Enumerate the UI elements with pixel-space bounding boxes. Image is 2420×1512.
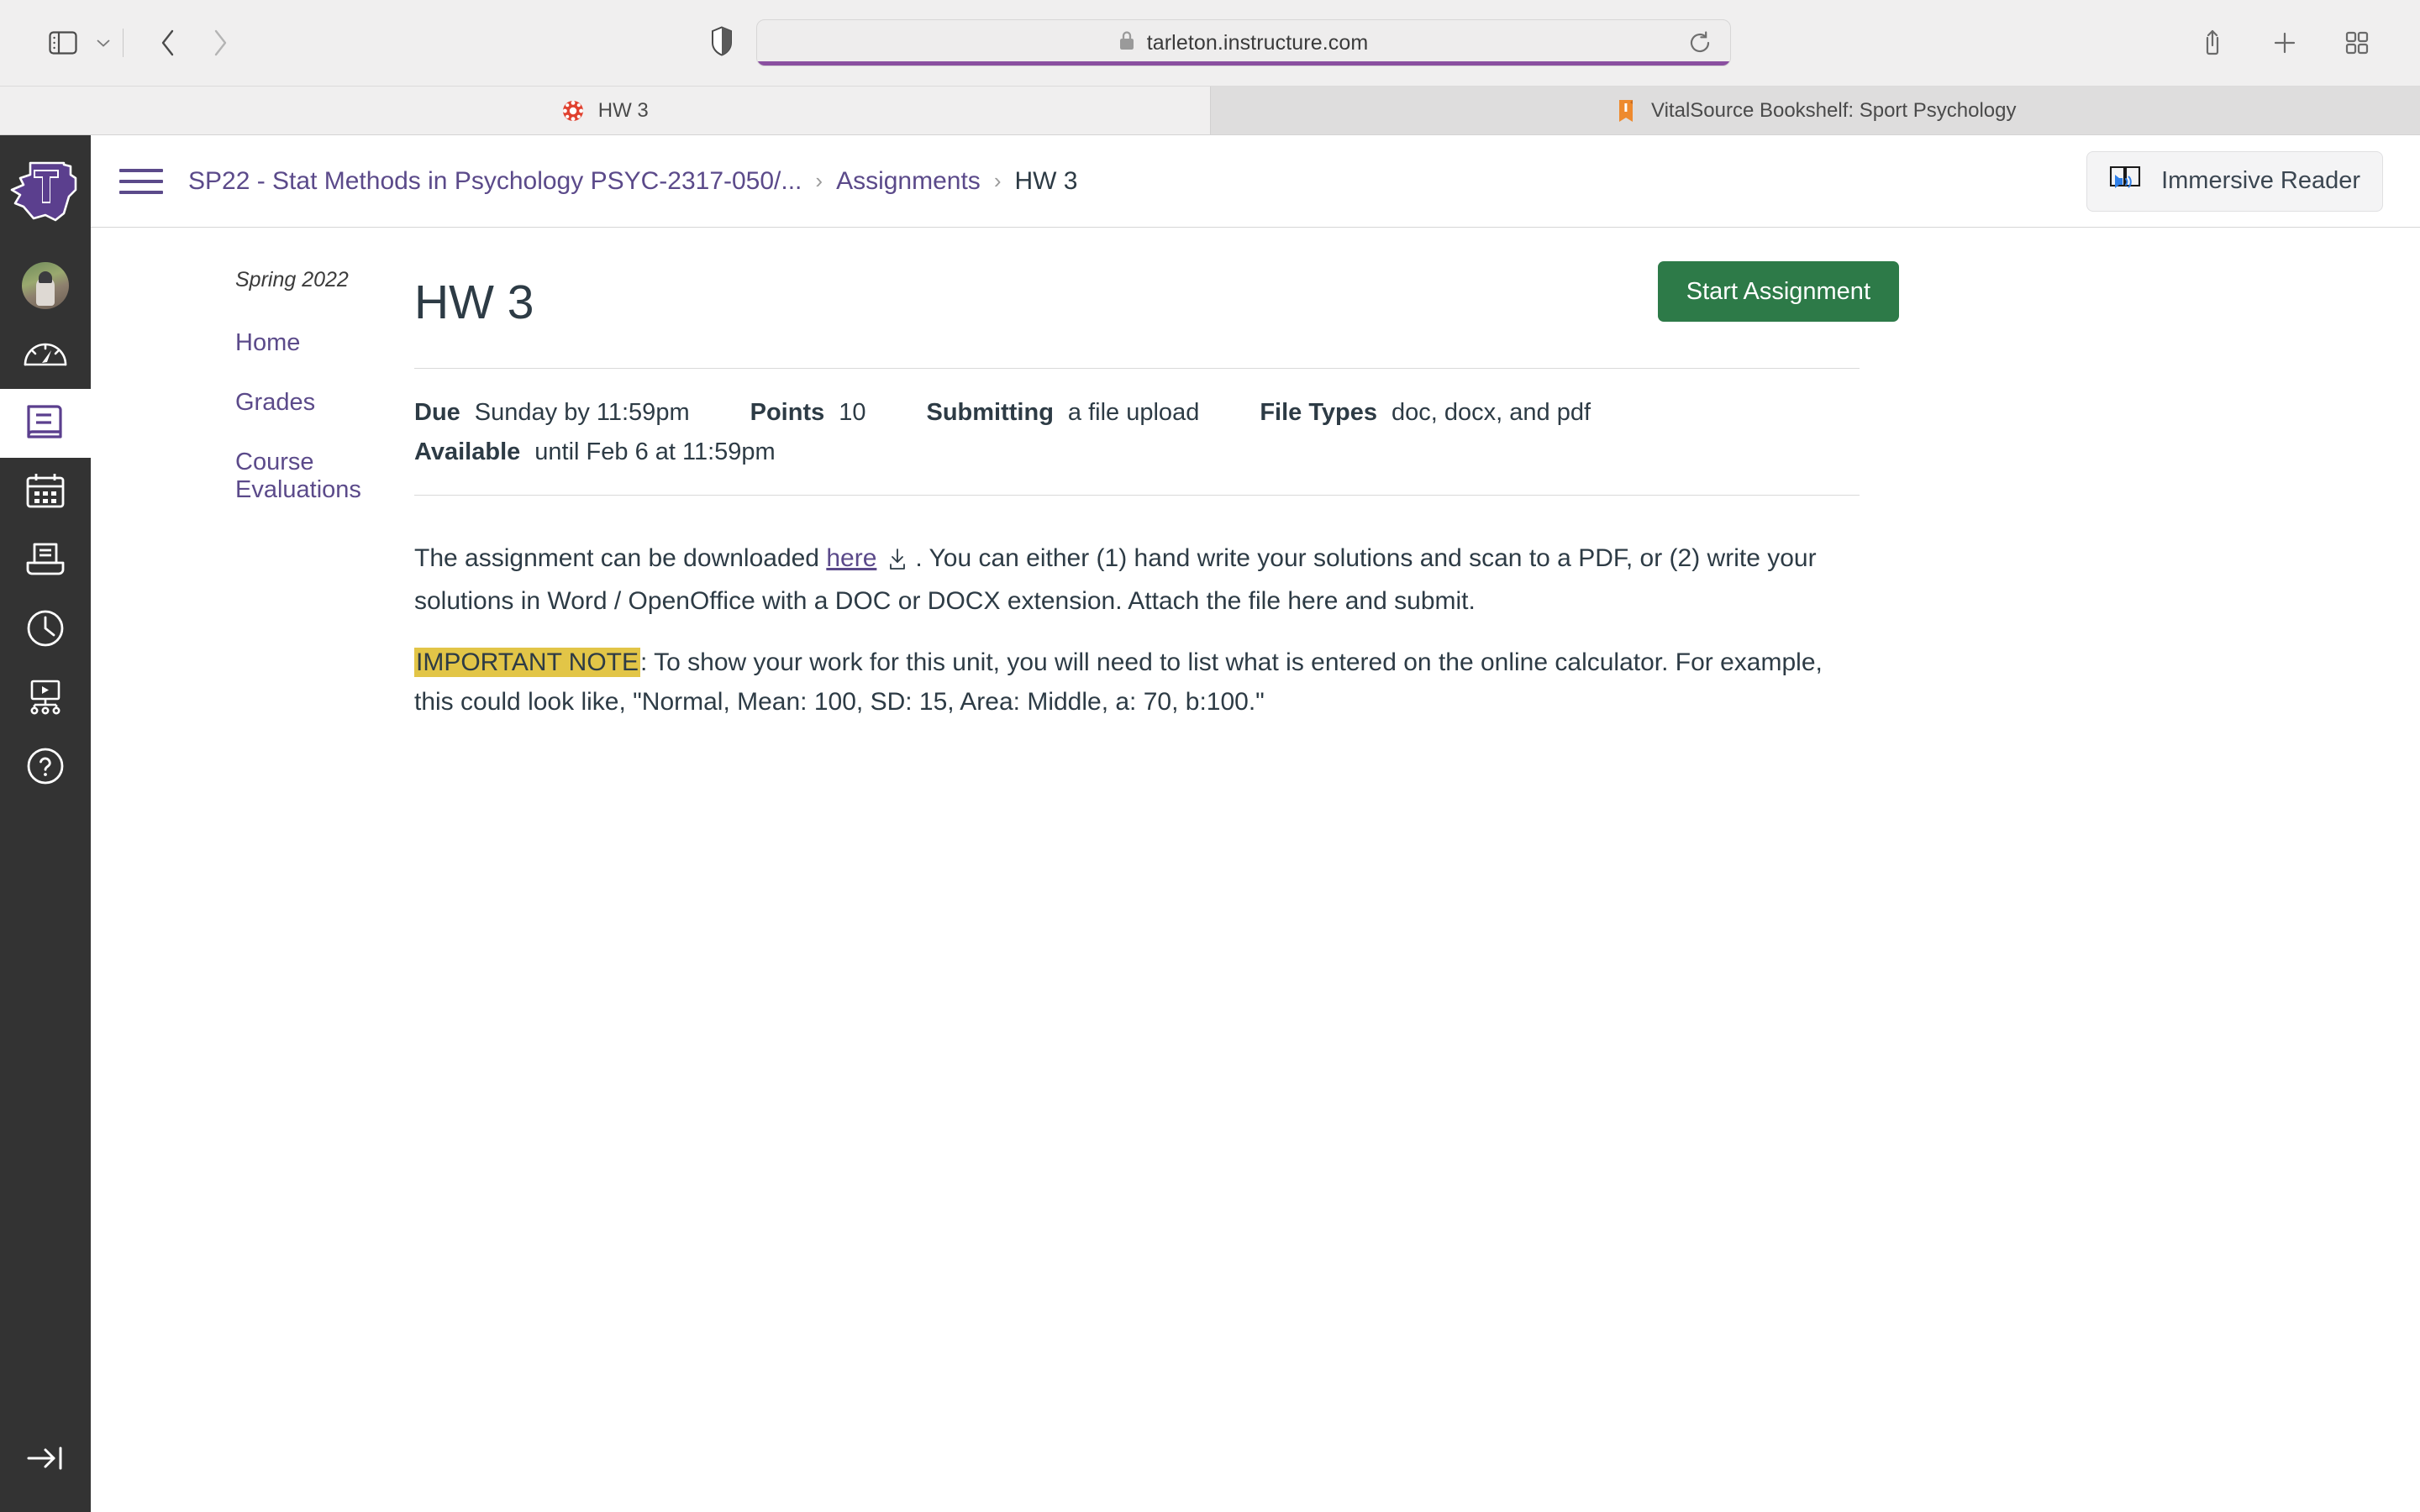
global-nav-dashboard[interactable]	[0, 320, 91, 389]
assignment-meta-row: Due Sunday by 11:59pm Points 10 Submitti…	[414, 399, 1860, 427]
global-nav-history[interactable]	[0, 596, 91, 664]
immersive-reader-icon	[2109, 164, 2144, 199]
toolbar-left-group	[37, 17, 246, 69]
speedometer-icon	[24, 338, 67, 372]
global-nav-expand-button[interactable]	[0, 1442, 91, 1478]
hamburger-menu-icon[interactable]	[119, 158, 166, 205]
global-nav-inbox[interactable]	[0, 527, 91, 596]
breadcrumb-separator: ›	[993, 168, 1002, 193]
new-tab-button[interactable]	[2259, 17, 2311, 69]
back-button[interactable]	[142, 17, 194, 69]
browser-tab-hw3[interactable]: HW 3	[0, 87, 1211, 134]
course-term-label: Spring 2022	[235, 268, 349, 291]
page-body: SP22 - Stat Methods in Psychology PSYC-2…	[0, 135, 2420, 1512]
inbox-tray-icon	[25, 542, 66, 581]
sidebar-toggle-icon[interactable]	[37, 17, 89, 69]
canvas-content-wrapper: SP22 - Stat Methods in Psychology PSYC-2…	[91, 135, 2420, 1512]
tarleton-texas-t-logo[interactable]	[7, 155, 84, 228]
important-note-highlight: IMPORTANT NOTE	[414, 648, 641, 678]
immersive-reader-label: Immersive Reader	[2161, 167, 2360, 194]
tab-bar: HW 3 VitalSource Bookshelf: Sport Psycho…	[0, 86, 2420, 134]
course-nav-item-course-evaluations[interactable]: Course Evaluations	[235, 449, 414, 504]
studio-screen-icon	[24, 680, 66, 719]
assignment-meta: Due Sunday by 11:59pm Points 10 Submitti…	[414, 367, 1860, 496]
description-paragraph-1: The assignment can be downloaded here. Y…	[414, 539, 1851, 622]
assignment-content: HW 3 Start Assignment Due Sunday by 11:5…	[414, 228, 2420, 1512]
lock-icon	[1118, 30, 1135, 55]
forward-button[interactable]	[194, 17, 246, 69]
browser-tab-title: HW 3	[597, 98, 649, 122]
meta-value: doc, docx, and pdf	[1392, 398, 1591, 426]
course-navigation: Spring 2022 Home Grades Course Evaluatio…	[91, 228, 414, 1512]
canvas-logo-icon	[561, 99, 585, 123]
canvas-global-nav	[0, 135, 91, 1512]
url-text: tarleton.instructure.com	[1146, 30, 1369, 55]
breadcrumb-separator: ›	[815, 168, 823, 193]
assignment-description: The assignment can be downloaded here. Y…	[414, 539, 1851, 722]
clock-icon	[26, 609, 65, 652]
assignment-download-link[interactable]: here	[826, 544, 876, 572]
question-circle-icon	[26, 747, 65, 790]
breadcrumb-item-current: HW 3	[1014, 166, 1078, 195]
tab-overview-icon[interactable]	[2331, 17, 2383, 69]
meta-points: Points 10	[750, 399, 866, 427]
start-assignment-button[interactable]: Start Assignment	[1657, 261, 1899, 322]
share-icon[interactable]	[2186, 17, 2238, 69]
sidebar-toggle-group[interactable]	[37, 17, 118, 69]
meta-label: Submitting	[926, 398, 1054, 426]
global-nav-courses[interactable]	[0, 389, 91, 458]
meta-available: Available until Feb 6 at 11:59pm	[414, 438, 776, 466]
arrow-to-line-right-icon	[24, 1442, 67, 1478]
global-nav-help[interactable]	[0, 733, 91, 802]
assignment-header: HW 3 Start Assignment	[414, 261, 2420, 329]
breadcrumb: SP22 - Stat Methods in Psychology PSYC-2…	[188, 167, 2086, 196]
book-icon	[25, 403, 66, 444]
page-title: HW 3	[414, 276, 534, 329]
browser-toolbar: tarleton.instructure.com	[0, 0, 2420, 86]
course-nav-item-home[interactable]: Home	[235, 329, 414, 357]
global-nav-studio[interactable]	[0, 664, 91, 733]
calendar-icon	[25, 472, 66, 513]
meta-label: Due	[414, 398, 460, 426]
meta-value: 10	[839, 398, 866, 426]
meta-value: a file upload	[1067, 398, 1200, 426]
description-text-before-link: The assignment can be downloaded	[414, 543, 827, 572]
browser-tab-vitalsource[interactable]: VitalSource Bookshelf: Sport Psychology	[1210, 87, 2420, 134]
course-nav-item-grades[interactable]: Grades	[235, 389, 414, 417]
chevron-down-icon[interactable]	[89, 17, 118, 69]
reload-button[interactable]	[1681, 24, 1718, 61]
main-row: Spring 2022 Home Grades Course Evaluatio…	[91, 228, 2420, 1512]
browser-tab-title: VitalSource Bookshelf: Sport Psychology	[1651, 98, 2017, 122]
avatar	[22, 262, 69, 309]
privacy-shield-icon[interactable]	[711, 25, 733, 60]
address-bar-content: tarleton.instructure.com	[1118, 30, 1369, 55]
download-icon[interactable]	[888, 543, 907, 583]
breadcrumb-item-assignments[interactable]: Assignments	[836, 167, 981, 196]
toolbar-right-group	[2186, 17, 2383, 69]
meta-label: Points	[750, 398, 825, 426]
address-bar[interactable]: tarleton.instructure.com	[755, 19, 1731, 66]
meta-value: Sunday by 11:59pm	[474, 398, 690, 426]
meta-label: File Types	[1260, 398, 1378, 426]
global-nav-calendar[interactable]	[0, 458, 91, 527]
nav-arrows-group	[142, 17, 246, 69]
bookshelf-icon	[1614, 99, 1638, 123]
breadcrumb-item-course[interactable]: SP22 - Stat Methods in Psychology PSYC-2…	[188, 167, 802, 196]
meta-due: Due Sunday by 11:59pm	[414, 399, 690, 427]
toolbar-divider	[123, 29, 124, 57]
meta-value: until Feb 6 at 11:59pm	[534, 438, 776, 465]
description-paragraph-2: IMPORTANT NOTE: To show your work for th…	[414, 643, 1851, 722]
page-load-progress	[756, 61, 1730, 66]
meta-submitting: Submitting a file upload	[927, 399, 1200, 427]
meta-label: Available	[414, 438, 521, 465]
breadcrumb-bar: SP22 - Stat Methods in Psychology PSYC-2…	[91, 135, 2420, 228]
toolbar-center-group: tarleton.instructure.com	[246, 19, 2161, 66]
global-nav-account[interactable]	[0, 251, 91, 320]
immersive-reader-button[interactable]: Immersive Reader	[2086, 150, 2383, 212]
meta-file-types: File Types doc, docx, and pdf	[1260, 399, 1591, 427]
browser-chrome: tarleton.instructure.com HW 3 VitalSourc…	[0, 0, 2420, 135]
assignment-meta-row: Available until Feb 6 at 11:59pm	[414, 438, 1860, 466]
